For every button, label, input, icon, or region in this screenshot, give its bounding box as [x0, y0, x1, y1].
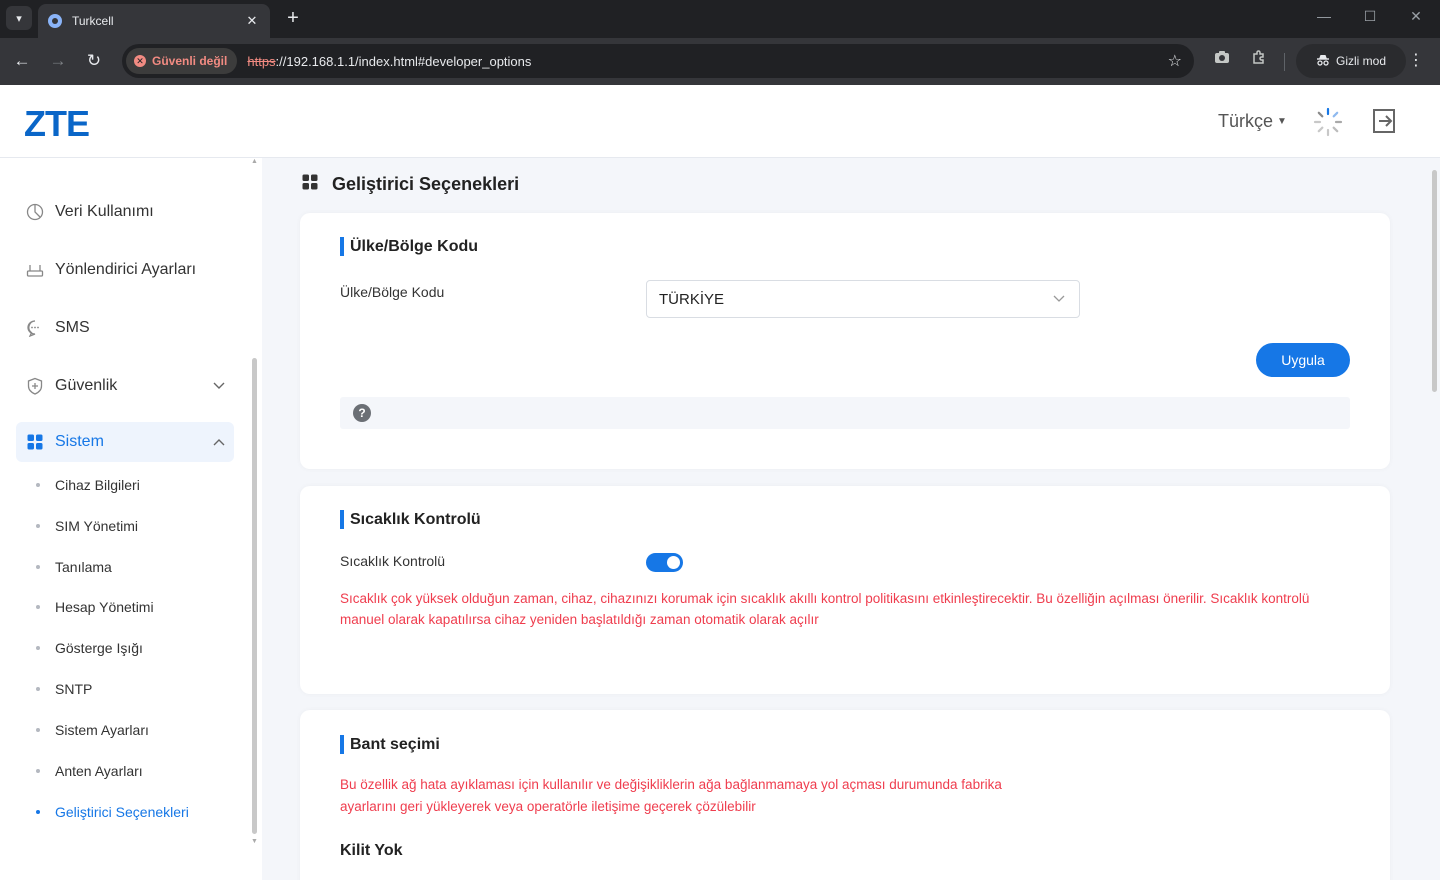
- apply-button[interactable]: Uygula: [1256, 343, 1350, 377]
- tab-title: Turkcell: [72, 14, 114, 28]
- browser-toolbar: ← → ↻ ✕ Güvenli değil https://192.168.1.…: [0, 38, 1440, 85]
- close-window-icon[interactable]: ✕: [1406, 8, 1426, 25]
- incognito-icon: [1316, 54, 1330, 69]
- temperature-control-label: Sıcaklık Kontrolü: [340, 553, 446, 569]
- back-arrow-icon[interactable]: ←: [11, 50, 33, 72]
- page-title: Geliştirici Seçenekleri: [302, 174, 519, 195]
- camera-icon[interactable]: [1212, 50, 1232, 68]
- help-bar: ?: [340, 397, 1350, 429]
- sidebar-scrollbar[interactable]: ▲ ▼: [250, 158, 260, 848]
- warning-icon: ✕: [134, 55, 146, 67]
- sidebar-subitem-account-management[interactable]: Hesap Yönetimi: [36, 596, 154, 618]
- zte-logo: ZTE: [24, 103, 90, 144]
- grid-icon: [26, 158, 44, 165]
- sidebar-item-system[interactable]: Sistem: [16, 422, 234, 462]
- main-content: Geliştirici Seçenekleri Ülke/Bölge Kodu …: [262, 158, 1430, 880]
- band-lock-status: Kilit Yok: [340, 842, 403, 859]
- reload-icon[interactable]: ↻: [83, 50, 105, 72]
- card-title: Bant seçimi: [340, 735, 440, 754]
- caret-down-icon: ▼: [1277, 116, 1287, 127]
- bookmark-star-icon[interactable]: ☆: [1168, 51, 1182, 71]
- sidebar-item-label: Güvenlik: [55, 377, 118, 394]
- extensions-icon[interactable]: [1249, 50, 1269, 70]
- sidebar-subitem-sim-management[interactable]: SIM Yönetimi: [36, 515, 138, 537]
- not-secure-label: Güvenli değil: [152, 54, 228, 68]
- help-icon[interactable]: ?: [353, 404, 371, 422]
- country-code-label: Ülke/Bölge Kodu: [340, 284, 445, 300]
- sidebar-subitem-device-info[interactable]: Cihaz Bilgileri: [36, 474, 140, 496]
- temperature-control-card: Sıcaklık Kontrolü Sıcaklık Kontrolü Sıca…: [300, 486, 1390, 694]
- sidebar-item-label: Veri Kullanımı: [55, 203, 154, 220]
- sidebar-subitem-diagnostics[interactable]: Tanılama: [36, 556, 112, 578]
- sidebar-subitem-antenna-settings[interactable]: Anten Ayarları: [36, 760, 143, 782]
- sidebar-subitem-sntp[interactable]: SNTP: [36, 678, 92, 700]
- incognito-label: Gizli mod: [1335, 54, 1386, 68]
- toggle-knob: [667, 556, 680, 569]
- temperature-warning-line-2: manuel olarak kapatılırsa cihaz yeniden …: [340, 612, 819, 627]
- band-warning-line-2: ayarlarını geri yükleyerek veya operatör…: [340, 799, 756, 814]
- pie-chart-icon: [26, 203, 44, 221]
- sidebar-subitem-developer-options[interactable]: Geliştirici Seçenekleri: [36, 801, 189, 823]
- main-scrollbar-thumb[interactable]: [1432, 170, 1437, 392]
- shield-icon: [26, 377, 44, 395]
- temperature-warning-line-1: Sıcaklık çok yüksek olduğun zaman, cihaz…: [340, 591, 1310, 606]
- grid-icon: [302, 174, 318, 195]
- tab-close-icon[interactable]: ✕: [244, 13, 260, 29]
- router-icon: [26, 261, 44, 279]
- page-header: ZTE Türkçe ▼: [0, 85, 1440, 158]
- forward-arrow-icon[interactable]: →: [47, 50, 69, 72]
- sidebar-item-sms[interactable]: SMS: [16, 308, 234, 348]
- incognito-chip[interactable]: Gizli mod: [1296, 44, 1406, 78]
- sidebar-item-security[interactable]: Güvenlik: [16, 366, 234, 406]
- new-tab-button[interactable]: +: [282, 6, 304, 30]
- sidebar-scrollbar-thumb[interactable]: [252, 358, 257, 834]
- not-secure-chip[interactable]: ✕ Güvenli değil: [126, 48, 238, 74]
- sidebar-item-data-usage[interactable]: Veri Kullanımı: [16, 192, 234, 232]
- url-text[interactable]: https://192.168.1.1/index.html#developer…: [247, 54, 531, 69]
- sidebar-item-label: Sistem: [55, 433, 104, 450]
- band-selection-card: Bant seçimi Bu özellik ağ hata ayıklamas…: [300, 710, 1390, 880]
- chevron-down-icon: [1039, 295, 1079, 303]
- toolbar-separator: [1284, 53, 1285, 71]
- tab-favicon-icon: [48, 14, 62, 28]
- sidebar-item-router-settings[interactable]: Yönlendirici Ayarları: [16, 250, 234, 290]
- card-title: Sıcaklık Kontrolü: [340, 510, 481, 529]
- temperature-control-toggle[interactable]: [646, 553, 683, 572]
- country-code-select[interactable]: TÜRKİYE: [646, 280, 1080, 318]
- tab-search-button[interactable]: ▾: [6, 6, 32, 30]
- sidebar: Veri Kullanımı Yönlendirici Ayarları SMS…: [0, 158, 262, 880]
- loading-spinner-icon[interactable]: [1312, 106, 1344, 138]
- minimize-icon[interactable]: —: [1314, 8, 1334, 24]
- page-title-text: Geliştirici Seçenekleri: [332, 174, 520, 194]
- browser-tab-strip: ▾ Turkcell ✕ + — ☐ ✕: [0, 0, 1440, 38]
- country-code-card: Ülke/Bölge Kodu Ülke/Bölge Kodu TÜRKİYE …: [300, 213, 1390, 469]
- language-label: Türkçe: [1218, 111, 1274, 131]
- sidebar-subitem-system-settings[interactable]: Sistem Ayarları: [36, 719, 149, 741]
- main-scrollbar[interactable]: [1430, 158, 1440, 880]
- grid-icon: [26, 433, 44, 451]
- logout-icon[interactable]: [1370, 107, 1398, 135]
- sidebar-subitem-indicator-light[interactable]: Gösterge Işığı: [36, 637, 143, 659]
- message-icon: [26, 319, 44, 337]
- browser-menu-icon[interactable]: ⋮: [1408, 50, 1424, 70]
- sidebar-item-cut-off[interactable]: [16, 158, 234, 176]
- chevron-down-icon: [204, 379, 234, 393]
- sidebar-item-label: Yönlendirici Ayarları: [55, 261, 197, 278]
- browser-tab[interactable]: Turkcell ✕: [38, 4, 270, 38]
- language-selector[interactable]: Türkçe ▼: [1218, 111, 1287, 132]
- scroll-up-arrow-icon[interactable]: ▲: [251, 158, 258, 165]
- address-bar[interactable]: ✕ Güvenli değil https://192.168.1.1/inde…: [122, 44, 1194, 78]
- maximize-icon[interactable]: ☐: [1360, 8, 1380, 25]
- scroll-down-arrow-icon[interactable]: ▼: [251, 838, 258, 845]
- band-warning-line-1: Bu özellik ağ hata ayıklaması için kulla…: [340, 777, 1002, 792]
- country-code-value: TÜRKİYE: [659, 290, 725, 308]
- card-title: Ülke/Bölge Kodu: [340, 237, 478, 256]
- chevron-up-icon: [204, 435, 234, 449]
- sidebar-item-label: SMS: [55, 319, 90, 336]
